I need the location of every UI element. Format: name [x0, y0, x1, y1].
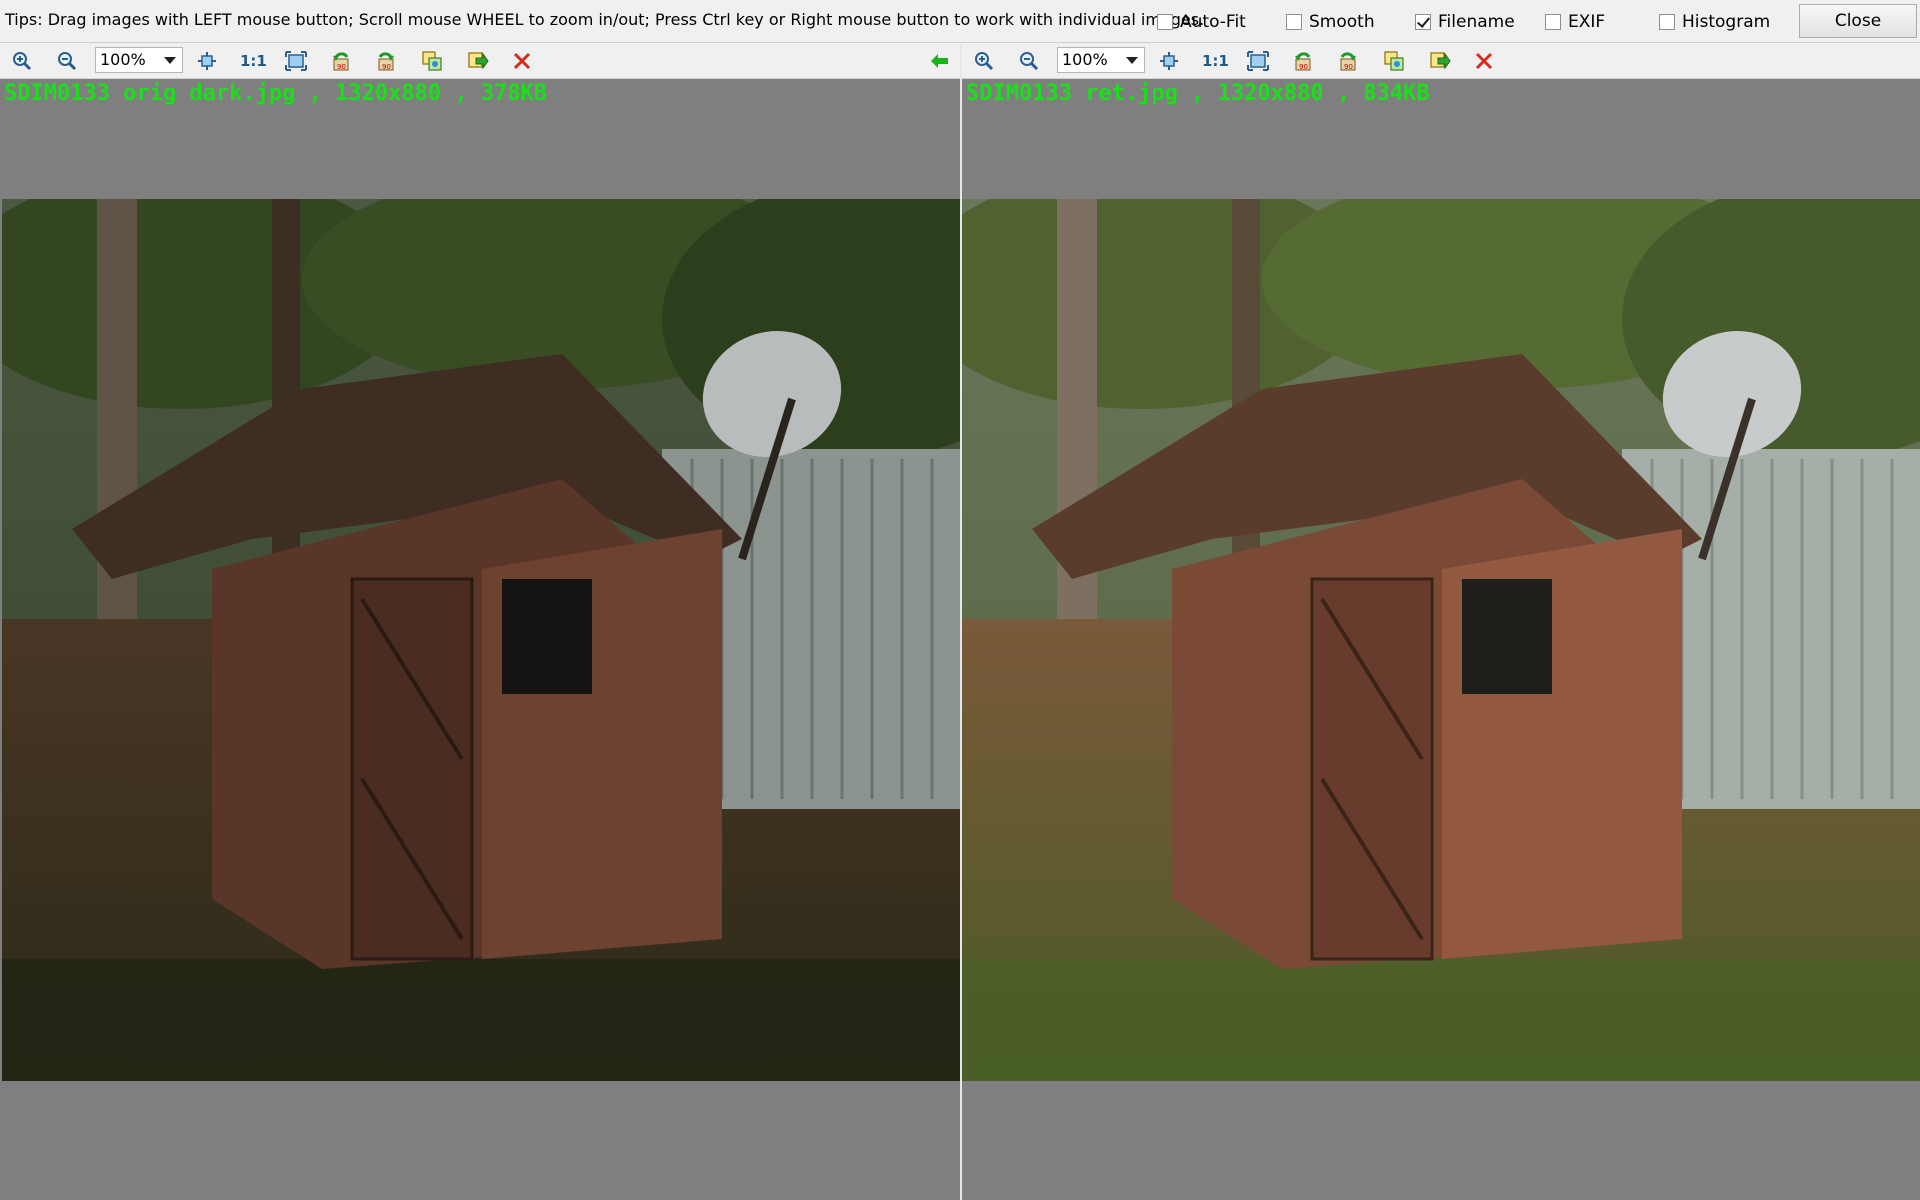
exif-checkbox[interactable]: EXIF — [1545, 12, 1605, 32]
auto-fit-checkbox[interactable]: Auto-Fit — [1157, 12, 1246, 32]
zoom-in-icon[interactable] — [972, 49, 996, 73]
zoom-out-icon[interactable] — [55, 49, 79, 73]
filename-label: Filename — [1438, 12, 1515, 32]
chevron-down-icon[interactable] — [1126, 57, 1138, 64]
zoom-out-icon[interactable] — [1017, 49, 1041, 73]
rotate-right-icon[interactable]: 90 — [374, 49, 398, 73]
close-image-icon[interactable] — [1472, 49, 1496, 73]
zoom-value: 100% — [100, 50, 146, 69]
rotate-left-icon[interactable]: 90 — [1291, 49, 1315, 73]
actual-size-icon[interactable]: 1:1 — [1202, 52, 1229, 70]
smooth-box[interactable] — [1286, 14, 1302, 30]
zoom-value: 100% — [1062, 50, 1108, 69]
auto-fit-label: Auto-Fit — [1180, 12, 1246, 32]
close-image-icon[interactable] — [510, 49, 534, 73]
zoom-select[interactable]: 100% — [95, 47, 183, 73]
full-screen-icon[interactable] — [1246, 49, 1270, 73]
left-toolbar: 100% 1:1 90 90 — [0, 43, 960, 79]
smooth-label: Smooth — [1309, 12, 1375, 32]
zoom-in-icon[interactable] — [10, 49, 34, 73]
fit-icon[interactable] — [195, 49, 219, 73]
right-toolbar: 100% 1:1 90 90 — [962, 43, 1920, 79]
close-button[interactable]: Close — [1799, 4, 1917, 38]
svg-text:90: 90 — [1299, 63, 1308, 71]
histogram-checkbox[interactable]: Histogram — [1659, 12, 1770, 32]
svg-text:90: 90 — [1344, 63, 1353, 71]
histogram-label: Histogram — [1682, 12, 1771, 32]
tips-text: Tips: Drag images with LEFT mouse button… — [5, 10, 1205, 29]
export-icon[interactable] — [466, 49, 490, 73]
svg-text:90: 90 — [337, 63, 346, 71]
export-icon[interactable] — [1428, 49, 1452, 73]
right-image-pane[interactable]: 100% 1:1 90 90 SDIM0133 ret.jpg , 1320x8… — [962, 43, 1920, 1200]
rotate-left-icon[interactable]: 90 — [329, 49, 353, 73]
copy-icon[interactable] — [1382, 49, 1406, 73]
filename-box[interactable] — [1415, 14, 1431, 30]
exif-box[interactable] — [1545, 14, 1561, 30]
exif-label: EXIF — [1568, 12, 1606, 32]
chevron-down-icon[interactable] — [164, 57, 176, 64]
shed-photo-dark — [2, 199, 960, 1081]
svg-text:90: 90 — [382, 63, 391, 71]
auto-fit-box[interactable] — [1157, 14, 1173, 30]
zoom-select[interactable]: 100% — [1057, 47, 1145, 73]
right-filename-overlay: SDIM0133 ret.jpg , 1320x880 , 834KB — [966, 81, 1430, 106]
smooth-checkbox[interactable]: Smooth — [1286, 12, 1375, 32]
copy-icon[interactable] — [420, 49, 444, 73]
actual-size-icon[interactable]: 1:1 — [240, 52, 267, 70]
full-screen-icon[interactable] — [284, 49, 308, 73]
left-image-pane[interactable]: 100% 1:1 90 90 SDIM0133 orig dark.jpg , … — [0, 43, 960, 1200]
fit-icon[interactable] — [1157, 49, 1181, 73]
sync-arrow-icon[interactable] — [928, 49, 952, 73]
shed-photo-retouched — [962, 199, 1920, 1081]
histogram-box[interactable] — [1659, 14, 1675, 30]
left-photo[interactable] — [2, 199, 960, 1081]
right-photo[interactable] — [962, 199, 1920, 1081]
top-bar: Tips: Drag images with LEFT mouse button… — [0, 0, 1920, 43]
rotate-right-icon[interactable]: 90 — [1336, 49, 1360, 73]
filename-checkbox[interactable]: Filename — [1415, 12, 1515, 32]
left-filename-overlay: SDIM0133 orig dark.jpg , 1320x880 , 378K… — [4, 81, 548, 106]
